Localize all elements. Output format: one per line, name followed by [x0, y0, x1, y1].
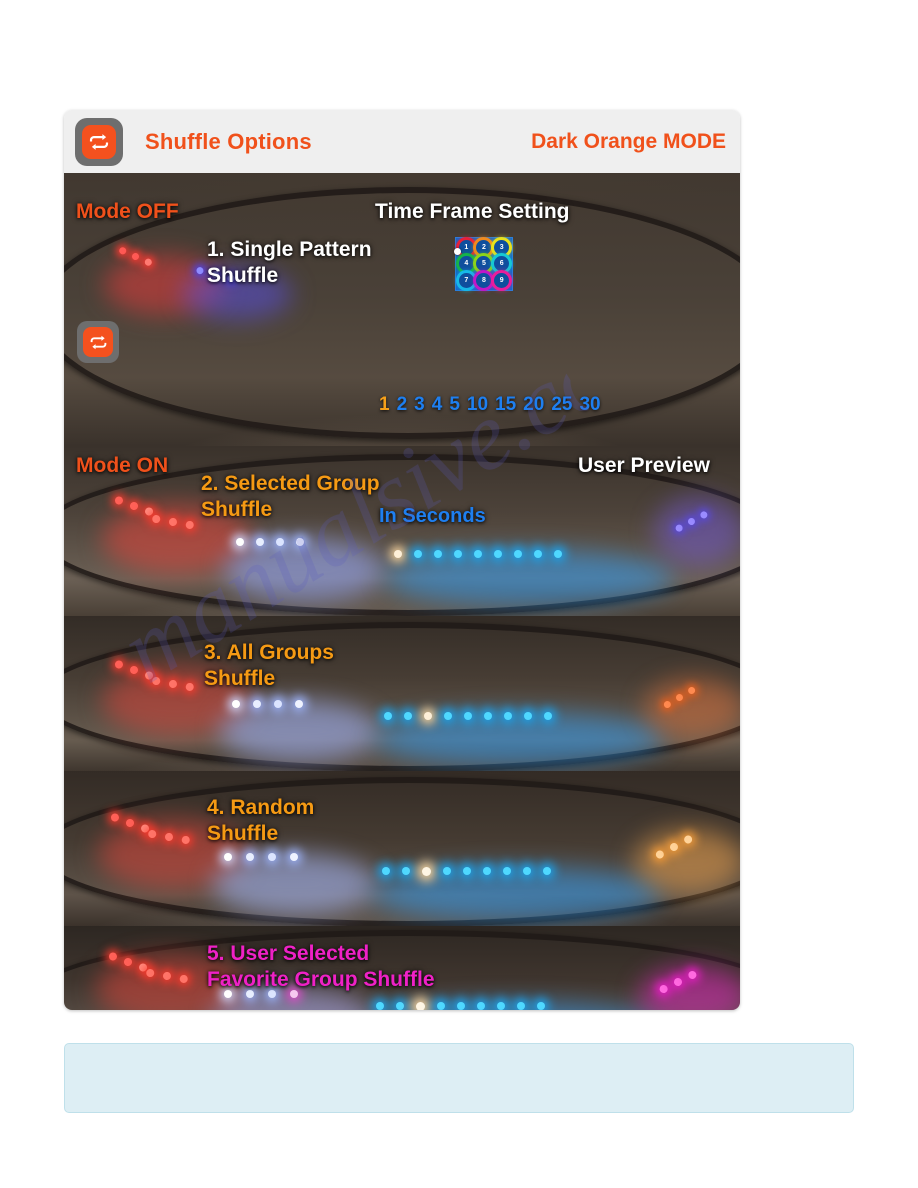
seconds-option-30[interactable]: 30 [579, 394, 600, 416]
seconds-option-25[interactable]: 25 [551, 394, 572, 416]
led-strip-photo-3 [64, 616, 740, 771]
time-frame-dot: 3 [494, 240, 510, 256]
shuffle-options-card: Shuffle Options Dark Orange MODE Mode OF… [64, 110, 740, 1010]
option-row-4[interactable]: 4. Random Shuffle [64, 771, 740, 926]
time-frame-dot: 4 [458, 256, 474, 272]
shuffle-repeat-icon [83, 327, 113, 357]
shuffle-toggle-button[interactable] [77, 321, 119, 363]
note-box[interactable] [64, 1043, 854, 1113]
time-frame-dot: 5 [476, 256, 492, 272]
seconds-option-10[interactable]: 10 [467, 394, 488, 416]
time-frame-dot: 2 [476, 240, 492, 256]
page-title: Shuffle Options [145, 128, 312, 154]
time-frame-dot: 6 [494, 256, 510, 272]
seconds-option-1[interactable]: 1 [379, 394, 390, 416]
time-frame-grid[interactable]: 1 2 3 4 5 6 7 8 9 [455, 237, 513, 291]
time-frame-cell[interactable]: 7 [458, 272, 475, 288]
option-row-5[interactable]: 5. User Selected Favorite Group Shuffle [64, 926, 740, 1010]
time-frame-cell[interactable]: 5 [476, 256, 493, 272]
app-header: Shuffle Options Dark Orange MODE [64, 110, 740, 173]
time-frame-setting-label: Time Frame Setting [375, 200, 570, 223]
time-frame-cell[interactable]: 9 [493, 272, 510, 288]
seconds-option-4[interactable]: 4 [432, 394, 443, 416]
seconds-option-15[interactable]: 15 [495, 394, 516, 416]
option-2-title: 2. Selected Group Shuffle [201, 472, 380, 521]
seconds-option-2[interactable]: 2 [397, 394, 408, 416]
pointer-cursor-dot [454, 248, 461, 255]
option-1-title: 1. Single Pattern Shuffle [207, 238, 372, 287]
time-frame-dot: 9 [494, 272, 510, 288]
mode-label: Dark Orange MODE [531, 129, 726, 153]
option-4-title: 4. Random Shuffle [207, 796, 315, 845]
time-frame-cell[interactable]: 6 [493, 256, 510, 272]
time-frame-cell[interactable]: 2 [476, 240, 493, 256]
seconds-selector[interactable]: 1 2 3 4 5 10 15 20 25 30 [379, 394, 601, 416]
option-3-title: 3. All Groups Shuffle [204, 641, 334, 690]
option-row-2[interactable]: Mode ON User Preview 2. Selected Group S… [64, 446, 740, 616]
mode-on-label: Mode ON [76, 454, 169, 477]
shuffle-icon-inner [82, 124, 116, 159]
led-strip-photo-4 [64, 771, 740, 926]
seconds-option-5[interactable]: 5 [449, 394, 460, 416]
mode-off-label: Mode OFF [76, 200, 179, 223]
time-frame-cell[interactable]: 3 [493, 240, 510, 256]
user-preview-label: User Preview [578, 454, 710, 477]
seconds-option-20[interactable]: 20 [523, 394, 544, 416]
time-frame-dot: 8 [476, 272, 492, 288]
time-frame-cell[interactable]: 4 [458, 256, 475, 272]
time-frame-cell[interactable]: 8 [476, 272, 493, 288]
seconds-option-3[interactable]: 3 [414, 394, 425, 416]
time-frame-dot: 1 [458, 240, 474, 256]
shuffle-repeat-icon-header[interactable] [75, 117, 123, 166]
option-5-title: 5. User Selected Favorite Group Shuffle [207, 942, 435, 991]
time-frame-dot: 7 [458, 272, 474, 288]
page-root: Shuffle Options Dark Orange MODE Mode OF… [0, 0, 918, 1188]
option-row-3[interactable]: 3. All Groups Shuffle [64, 616, 740, 771]
in-seconds-label: In Seconds [379, 505, 486, 527]
